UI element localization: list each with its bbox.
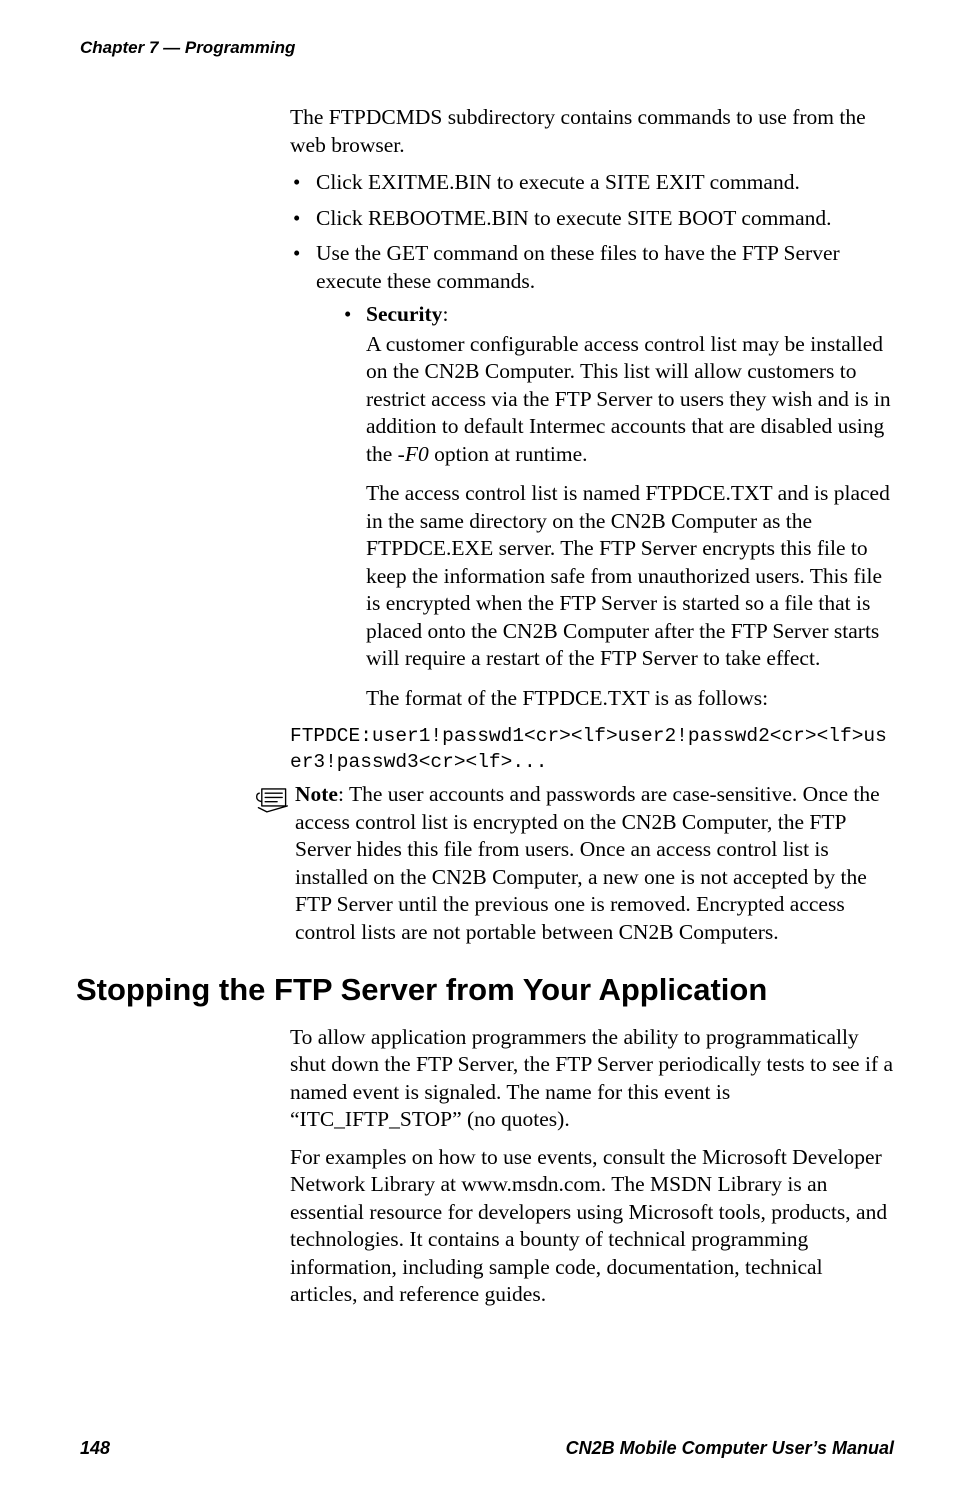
bullet-text: Use the GET command on these files to ha… (316, 241, 840, 293)
security-label: Security (366, 302, 442, 326)
stop-paragraph-2: For examples on how to use events, consu… (290, 1144, 894, 1309)
footer: 148 CN2B Mobile Computer User’s Manual (80, 1438, 894, 1459)
nested-bullet-item: Security: A customer configurable access… (342, 301, 894, 712)
page: Chapter 7 — Programming The FTPDCMDS sub… (0, 0, 974, 1503)
security-body: A customer configurable access control l… (366, 331, 894, 713)
intro-paragraph: The FTPDCMDS subdirectory contains comma… (290, 104, 894, 159)
note-text: Note: The user accounts and passwords ar… (295, 781, 894, 946)
bullet-list: Click EXITME.BIN to execute a SITE EXIT … (290, 169, 894, 712)
bullet-item: Use the GET command on these files to ha… (290, 240, 894, 712)
security-paragraph-3: The format of the FTPDCE.TXT is as follo… (366, 685, 894, 713)
bullet-item: Click EXITME.BIN to execute a SITE EXIT … (290, 169, 894, 197)
bullet-item: Click REBOOTME.BIN to execute SITE BOOT … (290, 205, 894, 233)
note-label: Note (295, 782, 338, 806)
page-number: 148 (80, 1438, 110, 1459)
stop-paragraph-1: To allow application programmers the abi… (290, 1024, 894, 1134)
bullet-text: Click EXITME.BIN to execute a SITE EXIT … (316, 170, 800, 194)
code-block: FTPDCE:user1!passwd1<cr><lf>user2!passwd… (290, 724, 894, 775)
security-paragraph-2: The access control list is named FTPDCE.… (366, 480, 894, 673)
security-p1b: option at runtime. (429, 442, 588, 466)
note-icon (255, 785, 295, 820)
body-content: The FTPDCMDS subdirectory contains comma… (290, 104, 894, 775)
security-paragraph-1: A customer configurable access control l… (366, 331, 894, 469)
section-stopping: Stopping the FTP Server from Your Applic… (290, 970, 894, 1309)
running-head: Chapter 7 — Programming (80, 38, 894, 58)
note-body: : The user accounts and passwords are ca… (295, 782, 880, 944)
manual-title: CN2B Mobile Computer User’s Manual (566, 1438, 894, 1459)
note-row: Note: The user accounts and passwords ar… (255, 781, 894, 946)
security-colon: : (442, 302, 448, 326)
heading-stopping: Stopping the FTP Server from Your Applic… (76, 970, 894, 1010)
bullet-text: Click REBOOTME.BIN to execute SITE BOOT … (316, 206, 832, 230)
nested-bullet-list: Security: A customer configurable access… (316, 301, 894, 712)
security-flag: -F0 (398, 442, 429, 466)
